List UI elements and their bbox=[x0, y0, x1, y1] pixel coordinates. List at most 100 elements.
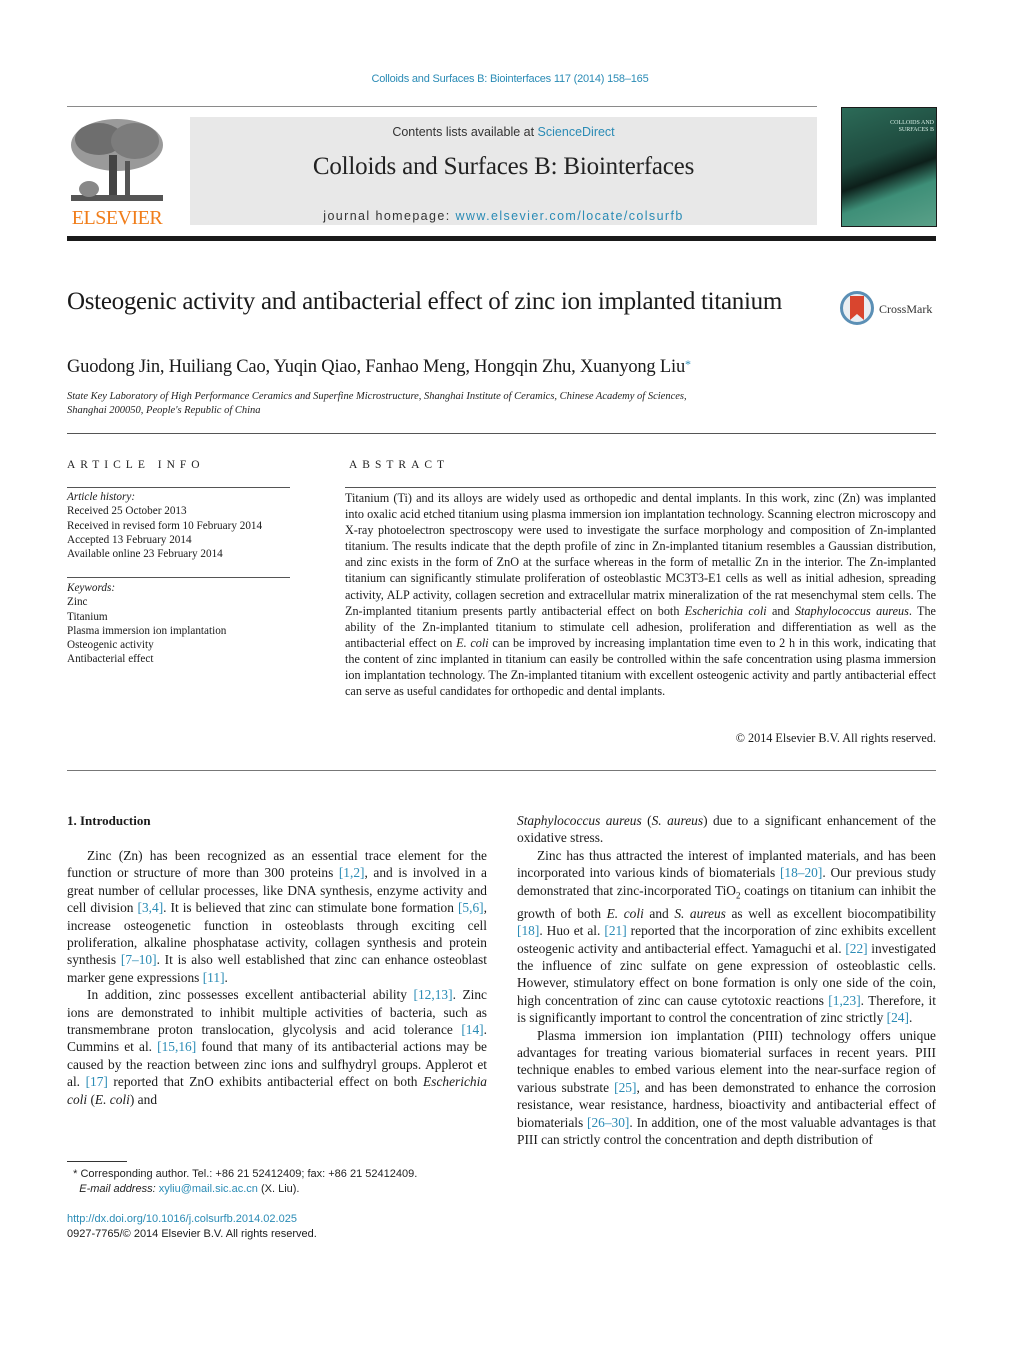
journal-header-box: Contents lists available at ScienceDirec… bbox=[190, 117, 817, 225]
abstract-species: Escherichia coli bbox=[684, 603, 767, 618]
header-thick-rule bbox=[67, 236, 936, 241]
header-top-rule bbox=[67, 106, 817, 107]
keyword-item: Zinc bbox=[67, 596, 88, 609]
citation-link[interactable]: [3,4] bbox=[138, 900, 164, 915]
keyword-item: Plasma immersion ion implantation bbox=[67, 624, 227, 637]
article-info-divider bbox=[67, 487, 290, 488]
history-item: Available online 23 February 2014 bbox=[67, 548, 223, 561]
citation-link[interactable]: [15,16] bbox=[157, 1039, 196, 1054]
text: . Huo et al. bbox=[539, 923, 605, 939]
keyword-item: Antibacterial effect bbox=[67, 653, 154, 666]
species-name: S. aureus bbox=[674, 905, 726, 921]
citation-link[interactable]: [18] bbox=[517, 923, 539, 938]
email-line: E-mail address: xyliu@mail.sic.ac.cn (X.… bbox=[67, 1182, 497, 1197]
corresponding-author-link[interactable]: * bbox=[685, 357, 691, 371]
article-info-divider bbox=[67, 577, 290, 578]
species-name: S. aureus bbox=[651, 813, 704, 828]
crossmark-button[interactable]: CrossMark bbox=[840, 291, 940, 329]
email-link[interactable]: xyliu@mail.sic.ac.cn bbox=[159, 1183, 258, 1195]
email-label: E-mail address: bbox=[79, 1182, 156, 1195]
email-suffix: (X. Liu). bbox=[257, 1182, 300, 1195]
text: . bbox=[908, 1010, 913, 1026]
journal-citation-link[interactable]: Colloids and Surfaces B: Biointerfaces 1… bbox=[0, 73, 1020, 85]
sciencedirect-link[interactable]: ScienceDirect bbox=[538, 125, 615, 139]
citation-link[interactable]: [7–10] bbox=[121, 952, 157, 967]
paragraph: Plasma immersion ion implantation (PIII)… bbox=[517, 1027, 936, 1149]
text: ( bbox=[641, 813, 652, 828]
citation-link[interactable]: [11] bbox=[203, 970, 225, 985]
keywords-label: Keywords: bbox=[67, 582, 116, 594]
authors-text: Guodong Jin, Huiliang Cao, Yuqin Qiao, F… bbox=[67, 357, 685, 377]
citation-link[interactable]: [17] bbox=[86, 1074, 108, 1089]
elsevier-tree-icon bbox=[71, 119, 163, 201]
abstract-species: Staphylococcus aureus bbox=[794, 603, 909, 618]
history-item: Received in revised form 10 February 201… bbox=[67, 519, 263, 532]
author-list: Guodong Jin, Huiliang Cao, Yuqin Qiao, F… bbox=[67, 357, 691, 378]
keyword-item: Titanium bbox=[67, 610, 108, 623]
contents-available-line: Contents lists available at ScienceDirec… bbox=[190, 125, 817, 139]
doi-link[interactable]: http://dx.doi.org/10.1016/j.colsurfb.201… bbox=[67, 1213, 297, 1225]
text: reported that ZnO exhibits antibacterial… bbox=[107, 1074, 424, 1090]
elsevier-logo[interactable]: ELSEVIER bbox=[67, 115, 167, 229]
abstract-text: Titanium (Ti) and its alloys are widely … bbox=[345, 490, 936, 699]
journal-cover-thumbnail[interactable]: COLLOIDS AND SURFACES B bbox=[841, 107, 937, 227]
history-item: Received 25 October 2013 bbox=[67, 505, 187, 518]
paragraph: Staphylococcus aureus (S. aureus) due to… bbox=[517, 812, 936, 847]
introduction-heading: 1. Introduction bbox=[67, 813, 151, 828]
species-name: E. coli bbox=[94, 1091, 130, 1107]
text: ( bbox=[87, 1091, 95, 1107]
citation-link[interactable]: [12,13] bbox=[414, 987, 453, 1002]
species-name: Staphylococcus aureus bbox=[517, 813, 642, 828]
cover-title: COLLOIDS AND SURFACES B bbox=[890, 120, 934, 133]
text: . bbox=[224, 969, 228, 985]
citation-link[interactable]: [14] bbox=[461, 1022, 483, 1037]
paragraph: Zinc (Zn) has been recognized as an esse… bbox=[67, 847, 487, 986]
history-item: Accepted 13 February 2014 bbox=[67, 533, 192, 546]
citation-link[interactable]: [18–20] bbox=[780, 865, 822, 880]
crossmark-label: CrossMark bbox=[879, 302, 933, 316]
abstract-copyright: © 2014 Elsevier B.V. All rights reserved… bbox=[735, 731, 936, 745]
elsevier-wordmark: ELSEVIER bbox=[71, 207, 163, 229]
doi-block: http://dx.doi.org/10.1016/j.colsurfb.201… bbox=[67, 1212, 317, 1241]
citation-link[interactable]: [21] bbox=[604, 923, 626, 938]
journal-homepage-link[interactable]: www.elsevier.com/locate/colsurfb bbox=[456, 209, 684, 223]
abstract-segment: and bbox=[766, 603, 795, 618]
footnote-text: Corresponding author. Tel.: +86 21 52412… bbox=[77, 1168, 418, 1180]
corresponding-author-note: * Corresponding author. Tel.: +86 21 524… bbox=[67, 1167, 497, 1182]
affiliation-line: Shanghai 200050, People's Republic of Ch… bbox=[67, 405, 261, 416]
text: ) and bbox=[129, 1091, 158, 1107]
section-divider bbox=[67, 433, 936, 434]
body-column-right: Staphylococcus aureus (S. aureus) due to… bbox=[517, 812, 936, 1148]
section-divider bbox=[67, 770, 936, 771]
text: and bbox=[643, 905, 675, 921]
history-label: Article history: bbox=[67, 491, 136, 503]
text: In addition, zinc possesses excellent an… bbox=[87, 987, 414, 1003]
article-title: Osteogenic activity and antibacterial ef… bbox=[67, 288, 782, 315]
footnote-rule bbox=[67, 1161, 127, 1162]
journal-title: Colloids and Surfaces B: Biointerfaces bbox=[312, 153, 695, 180]
contents-prefix: Contents lists available at bbox=[392, 125, 538, 139]
citation-link[interactable]: [25] bbox=[614, 1080, 636, 1095]
article-info-heading: ARTICLE INFO bbox=[67, 459, 205, 471]
keywords: Keywords: Zinc Titanium Plasma immersion… bbox=[67, 581, 297, 667]
body-column-left: Zinc (Zn) has been recognized as an esse… bbox=[67, 847, 487, 1108]
affiliation: State Key Laboratory of High Performance… bbox=[67, 390, 827, 418]
abstract-heading: ABSTRACT bbox=[349, 459, 450, 471]
text: . It is believed that zinc can stimulate… bbox=[163, 900, 458, 916]
citation-link[interactable]: [1,23] bbox=[828, 993, 860, 1008]
citation-link[interactable]: [26–30] bbox=[587, 1115, 629, 1130]
paragraph: In addition, zinc possesses excellent an… bbox=[67, 986, 487, 1108]
footnote: * Corresponding author. Tel.: +86 21 524… bbox=[67, 1167, 497, 1196]
citation-link[interactable]: [24] bbox=[887, 1010, 909, 1025]
article-history: Article history: Received 25 October 201… bbox=[67, 490, 297, 561]
citation-link[interactable]: [1,2] bbox=[339, 865, 365, 880]
journal-homepage-line: journal homepage: www.elsevier.com/locat… bbox=[190, 209, 817, 223]
citation-link[interactable]: [5,6] bbox=[458, 900, 484, 915]
citation-link[interactable]: [22] bbox=[845, 941, 867, 956]
abstract-divider bbox=[345, 487, 936, 488]
homepage-prefix: journal homepage: bbox=[323, 209, 456, 223]
keyword-item: Osteogenic activity bbox=[67, 639, 154, 652]
text: as well as excellent biocompatibility bbox=[725, 905, 936, 921]
abstract-segment: Titanium (Ti) and its alloys are widely … bbox=[345, 491, 936, 618]
abstract-species: E. coli bbox=[456, 635, 489, 650]
